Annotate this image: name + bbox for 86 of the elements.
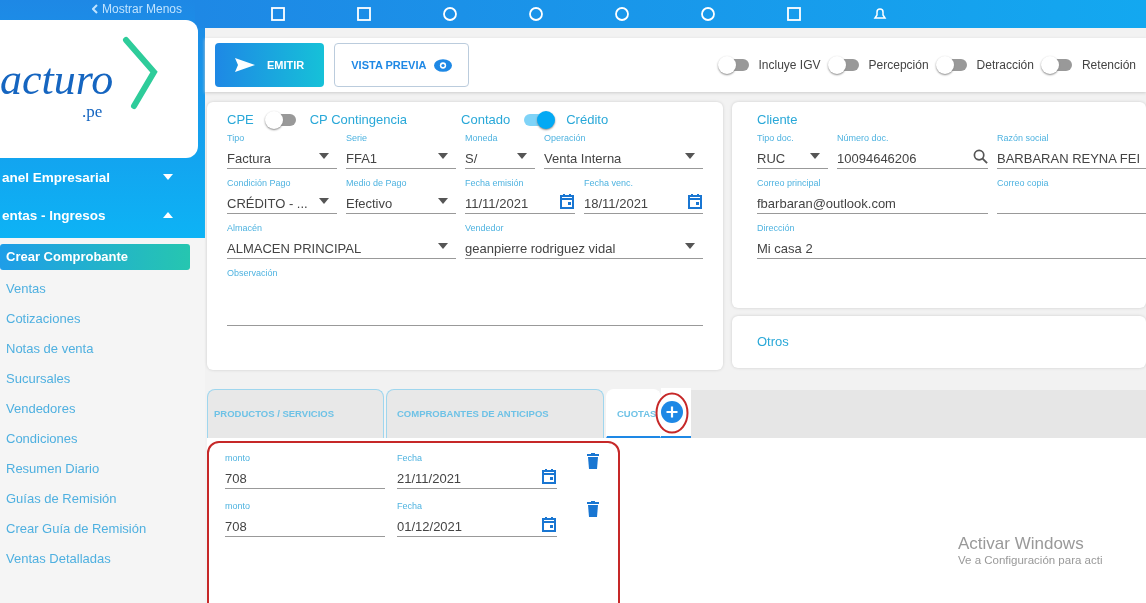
others-panel[interactable]: Otros [732,316,1146,368]
eye-icon [434,58,453,72]
caret-icon [685,153,695,159]
text-area[interactable]: Observación [227,268,703,326]
caret-icon [319,153,329,159]
date-field[interactable]: Fecha venc. 18/11/2021 [584,178,703,214]
switch-label: Detracción [976,58,1034,72]
date-field[interactable]: Fecha emisión 11/11/2021 [465,178,575,214]
sidebar-item[interactable]: Cotizaciones [0,304,191,334]
caret-icon [163,174,173,180]
logo: acturo .pe [0,20,198,158]
caret-icon [319,198,329,204]
select-field[interactable]: Serie FFA1 [346,133,456,169]
sidebar-item[interactable]: Resumen Diario [0,454,191,484]
sidebar-item[interactable]: Notas de venta [0,334,191,364]
select-field[interactable]: Tipo Factura [227,133,337,169]
chevron-left-icon [92,4,98,14]
select-field[interactable]: Moneda S/ [465,133,535,169]
window-icon[interactable] [786,6,802,22]
caret-icon [438,153,448,159]
bell-icon[interactable] [872,6,888,22]
caret-icon [685,243,695,249]
input-field[interactable]: Dirección Mi casa 2 [757,223,1146,259]
sidebar-item[interactable]: Guías de Remisión [0,484,191,514]
sidebar-item[interactable]: Condiciones [0,424,191,454]
calendar-icon[interactable] [541,468,557,484]
annotation-ellipse [655,392,690,434]
sidebar-item[interactable]: Crear Comprobante [0,244,190,270]
search-icon[interactable] [973,148,988,164]
caret-icon [438,198,448,204]
window-icon[interactable] [356,6,372,22]
menu-section[interactable]: anel Empresarial [0,158,205,196]
input-field[interactable]: Correo copia [997,178,1146,214]
sidebar-item[interactable]: Ventas Detalladas [0,544,191,574]
date-field[interactable]: Fecha 21/11/2021 [397,453,557,489]
activation-notice-text: Ve a Configuración para acti [958,554,1104,566]
select-field[interactable]: Tipo doc. RUC [757,133,828,169]
sidebar-item[interactable]: Crear Guía de Remisión [0,514,191,544]
switch-label: Incluye IGV [758,58,821,72]
sidebar-item[interactable]: Vendedores [0,394,191,424]
toggle-switch[interactable] [830,59,859,71]
select-field[interactable]: Vendedor geanpierre rodriguez vidal [465,223,703,259]
switch-label: Contado [461,112,511,127]
toggle-switch[interactable] [938,59,967,71]
activation-notice-title: Activar Windows [958,534,1085,554]
switch-label: CPE [227,112,254,127]
date-field[interactable]: Fecha 01/12/2021 [397,501,557,537]
select-field[interactable]: Medio de Pago Efectivo [346,178,456,214]
switch-label: Crédito [566,112,609,127]
trash-icon[interactable] [587,453,599,469]
collapse-menu-button[interactable]: Mostrar Menos [92,2,183,16]
sidebar-item[interactable]: Sucursales [0,364,191,394]
switch-label: Retención [1081,58,1136,72]
input-field[interactable]: Correo principal fbarbaran@outlook.com [757,178,988,214]
tab[interactable]: PRODUCTOS / SERVICIOS [207,389,384,438]
tab[interactable]: COMPROBANTES DE ANTICIPOS [386,389,604,438]
input-field[interactable]: monto 708 [225,453,385,489]
input-field[interactable]: monto 708 [225,501,385,537]
select-field[interactable]: Condición Pago CRÉDITO - ... [227,178,337,214]
switch-label: CP Contingencia [309,112,408,127]
toggle-switch[interactable] [267,113,296,126]
add-icon[interactable] [661,401,684,423]
input-field[interactable]: Número doc. 10094646206 [837,133,988,169]
toggle-switch[interactable] [524,113,553,126]
calendar-icon[interactable] [687,193,703,209]
caret-icon [438,243,448,249]
toggle-switch[interactable] [720,59,749,71]
preview-button[interactable]: VISTA PREVIA [334,43,470,87]
trash-icon[interactable] [587,501,599,517]
window-icon[interactable] [270,6,286,22]
card-title: Cliente [757,112,799,127]
menu-section[interactable]: entas - Ingresos [0,196,205,234]
switch-label: Percepción [868,58,929,72]
select-field[interactable]: Almacén ALMACEN PRINCIPAL [227,223,456,259]
calendar-icon[interactable] [541,516,557,532]
toggle-switch[interactable] [1043,59,1072,71]
caret-icon [810,153,820,159]
input-field[interactable]: Razón social BARBARAN REYNA FEI [997,133,1146,169]
sidebar-item[interactable]: Ventas [0,274,191,304]
tab[interactable]: CUOTAS [606,389,662,438]
select-field[interactable]: Operación Venta Interna [544,133,703,169]
caret-icon [163,212,173,218]
caret-icon [517,153,527,159]
send-icon [235,58,255,72]
calendar-icon[interactable] [559,193,575,209]
emit-button[interactable]: EMITIR [215,43,325,87]
